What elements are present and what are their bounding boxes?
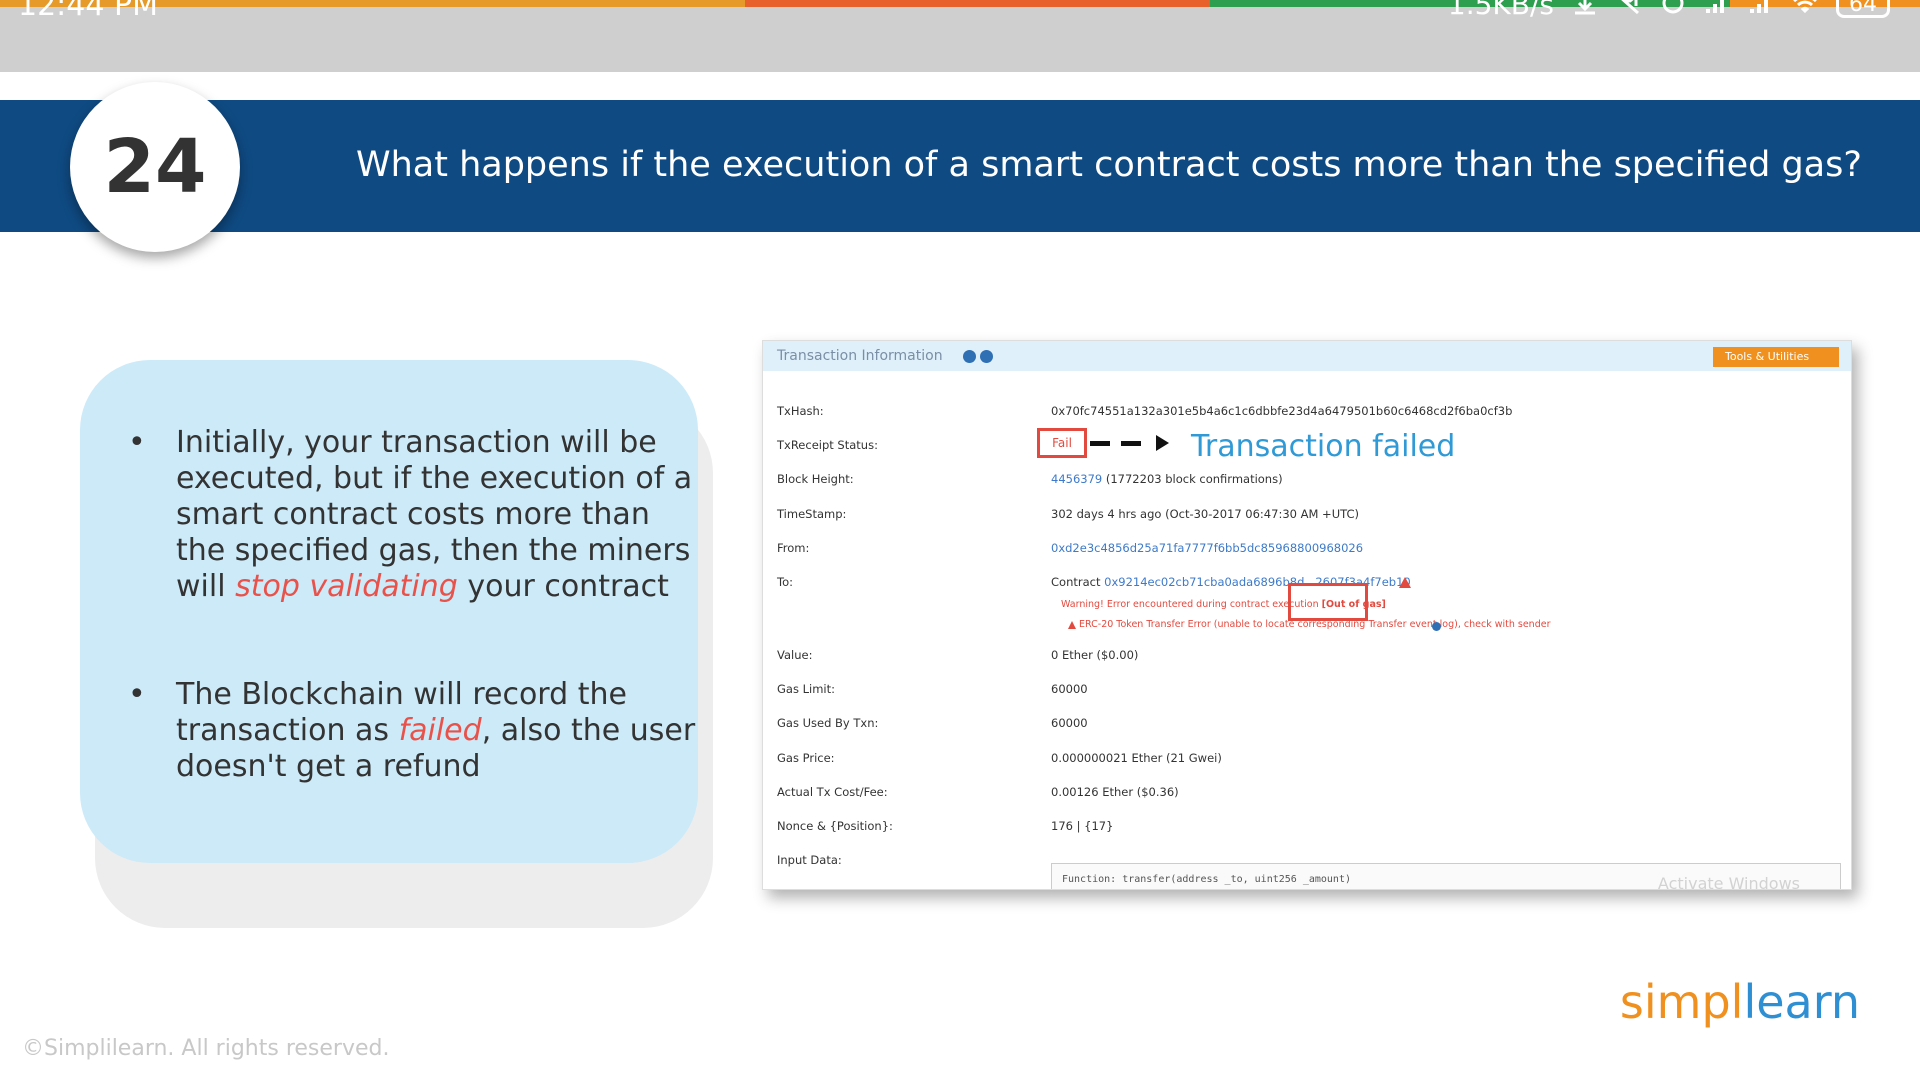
txhash-label: TxHash: bbox=[777, 404, 824, 418]
cost-fee-value: 0.00126 Ether ($0.36) bbox=[1051, 785, 1179, 799]
question-number-badge: 24 bbox=[70, 82, 240, 252]
bullet-text: Initially, your transaction will be exec… bbox=[176, 425, 696, 605]
gas-limit-label: Gas Limit: bbox=[777, 682, 835, 696]
status-stripe-red bbox=[745, 0, 1210, 7]
token-transfer-error: ERC-20 Token Transfer Error (unable to l… bbox=[1079, 619, 1551, 630]
panel-header: Transaction Information Tools & Utilitie… bbox=[763, 341, 1851, 371]
info-icon[interactable] bbox=[1432, 622, 1441, 631]
panel-title: Transaction Information bbox=[777, 348, 943, 364]
cost-fee-label: Actual Tx Cost/Fee: bbox=[777, 785, 888, 799]
to-label: To: bbox=[777, 575, 793, 589]
download-icon bbox=[1575, 0, 1595, 14]
transaction-failed-annotation: Transaction failed bbox=[1191, 429, 1456, 464]
block-height-label: Block Height: bbox=[777, 472, 854, 486]
signal-icon bbox=[1706, 0, 1724, 13]
gas-limit-value: 60000 bbox=[1051, 682, 1088, 696]
wifi-icon bbox=[1793, 0, 1817, 13]
value-value: 0 Ether ($0.00) bbox=[1051, 648, 1139, 662]
network-speed: 1.5KB/s bbox=[1447, 0, 1554, 21]
logo-part-simpl: simpl bbox=[1619, 975, 1744, 1029]
status-right-group: 1.5KB/s 64 bbox=[1448, 0, 1890, 21]
tools-utilities-button[interactable]: Tools & Utilities bbox=[1713, 347, 1839, 367]
question-title: What happens if the execution of a smart… bbox=[356, 145, 1862, 185]
status-time: 12:44 PM bbox=[18, 0, 158, 23]
battery-indicator: 64 bbox=[1836, 0, 1890, 18]
arrow-head bbox=[1156, 435, 1169, 451]
logo-part-learn: learn bbox=[1743, 975, 1860, 1029]
status-bar: 12:44 PM 1.5KB/s 64 bbox=[0, 0, 1920, 72]
warning-icon bbox=[1068, 621, 1076, 629]
bullet-item-1: • Initially, your transaction will be ex… bbox=[128, 425, 692, 645]
nonce-label: Nonce & {Position}: bbox=[777, 819, 893, 833]
input-data-field[interactable]: Function: transfer(address _to, uint256 … bbox=[1051, 863, 1841, 890]
timestamp-value: 302 days 4 hrs ago (Oct-30-2017 06:47:30… bbox=[1051, 507, 1359, 521]
bullet-text-part: your contract bbox=[457, 569, 669, 604]
block-height-link[interactable]: 4456379 bbox=[1051, 472, 1102, 486]
gas-used-label: Gas Used By Txn: bbox=[777, 716, 879, 730]
copyright-text: ©Simplilearn. All rights reserved. bbox=[22, 1036, 390, 1061]
gas-used-value: 60000 bbox=[1051, 716, 1088, 730]
arrow-dash bbox=[1121, 441, 1141, 446]
fail-status-badge: Fail bbox=[1037, 428, 1087, 458]
nonce-value: 176 | {17} bbox=[1051, 819, 1114, 833]
warning-icon bbox=[1399, 577, 1411, 588]
out-of-gas-highlight bbox=[1288, 583, 1368, 621]
bullet-highlight: failed bbox=[398, 713, 482, 748]
simplilearn-logo: simpllearn bbox=[1620, 975, 1860, 1029]
alarm-icon bbox=[1662, 0, 1684, 13]
warning-text: Warning! Error encountered during contra… bbox=[1061, 599, 1319, 610]
from-label: From: bbox=[777, 541, 810, 555]
gas-price-value: 0.000000021 Ether (21 Gwei) bbox=[1051, 751, 1222, 765]
from-address-link[interactable]: 0xd2e3c4856d25a71fa7777f6bb5dc8596880096… bbox=[1051, 541, 1363, 555]
question-number: 24 bbox=[103, 124, 207, 210]
bullet-dot: • bbox=[128, 425, 146, 460]
value-label: Value: bbox=[777, 648, 813, 662]
slide-page: 12:44 PM 1.5KB/s 64 24 What happens if t… bbox=[0, 0, 1920, 1080]
info-icon[interactable] bbox=[963, 350, 976, 363]
signal-2-icon bbox=[1750, 0, 1768, 13]
status-label: TxReceipt Status: bbox=[777, 438, 878, 452]
txhash-value: 0x70fc74551a132a301e5b4a6c1c6dbbfe23d4a6… bbox=[1051, 404, 1513, 418]
activate-windows-watermark: Activate Windows bbox=[1657, 874, 1800, 890]
mute-icon bbox=[1621, 0, 1639, 14]
input-data-label: Input Data: bbox=[777, 853, 842, 867]
bullet-dot: • bbox=[128, 677, 146, 712]
info-icon[interactable] bbox=[980, 350, 993, 363]
bullet-text: The Blockchain will record the transacti… bbox=[176, 677, 696, 785]
transaction-info-panel: Transaction Information Tools & Utilitie… bbox=[762, 340, 1852, 890]
bullet-highlight: stop validating bbox=[235, 569, 458, 604]
timestamp-label: TimeStamp: bbox=[777, 507, 847, 521]
block-height-value: 4456379 (1772203 block confirmations) bbox=[1051, 472, 1283, 486]
bullet-item-2: • The Blockchain will record the transac… bbox=[128, 677, 695, 792]
contract-prefix: Contract bbox=[1051, 575, 1101, 589]
input-data-text: Function: transfer(address _to, uint256 … bbox=[1062, 874, 1351, 885]
arrow-dash bbox=[1090, 441, 1110, 446]
block-confirmations: (1772203 block confirmations) bbox=[1105, 472, 1283, 486]
gas-price-label: Gas Price: bbox=[777, 751, 835, 765]
